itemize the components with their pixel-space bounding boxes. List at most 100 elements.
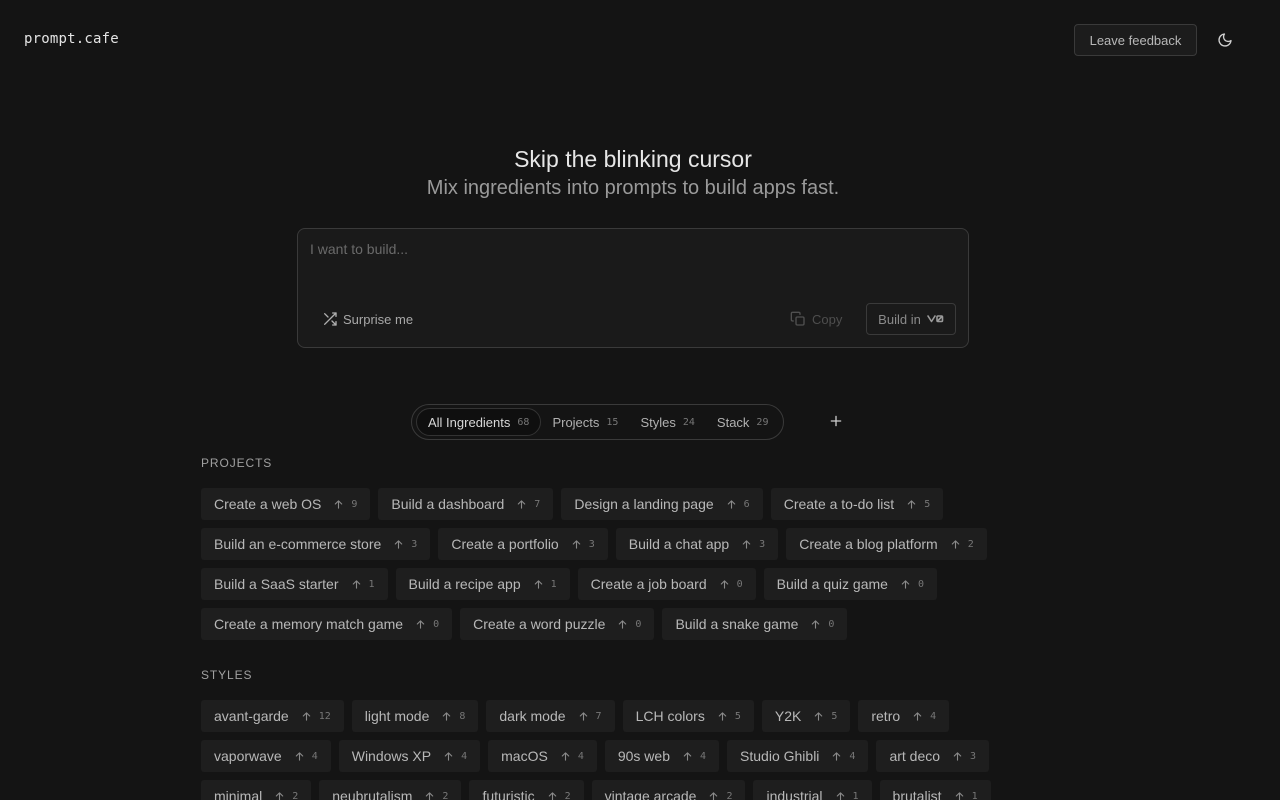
vote-count: 12 <box>318 710 331 722</box>
ingredient-chip[interactable]: retro 4 <box>858 700 950 732</box>
vote-count: 4 <box>930 710 937 722</box>
ingredient-chip[interactable]: futuristic 2 <box>469 780 584 800</box>
upvote-arrow-icon[interactable] <box>301 711 312 722</box>
ingredient-chip[interactable]: LCH colors 5 <box>622 700 754 732</box>
vote-count: 3 <box>588 538 595 550</box>
ingredient-chip[interactable]: Build an e-commerce store 3 <box>201 528 431 560</box>
ingredient-chip[interactable]: brutalist 1 <box>879 780 991 800</box>
ingredient-chip[interactable]: Build a dashboard 7 <box>378 488 554 520</box>
ingredient-chip[interactable]: Build a recipe app 1 <box>395 568 570 600</box>
ingredient-chip[interactable]: Build a SaaS starter 1 <box>201 568 388 600</box>
ingredient-chip[interactable]: Design a landing page 6 <box>561 488 763 520</box>
upvote-arrow-icon[interactable] <box>441 711 452 722</box>
upvote-arrow-icon[interactable] <box>912 711 923 722</box>
chip-label: neubrutalism <box>332 788 413 800</box>
upvote-arrow-icon[interactable] <box>952 751 963 762</box>
upvote-arrow-icon[interactable] <box>708 791 719 800</box>
section-title: PROJECTS <box>201 456 273 470</box>
ingredient-chip[interactable]: avant-garde 12 <box>201 700 344 732</box>
upvote-arrow-icon[interactable] <box>560 751 571 762</box>
ingredient-chip[interactable]: Build a quiz game 0 <box>763 568 937 600</box>
ingredient-chip[interactable]: art deco 3 <box>876 740 990 772</box>
copy-button[interactable]: Copy <box>790 309 842 329</box>
chip-label: Create a word puzzle <box>473 616 606 632</box>
leave-feedback-button[interactable]: Leave feedback <box>1074 24 1197 56</box>
tab-stack[interactable]: Stack 29 <box>706 408 780 436</box>
chip-label: vaporwave <box>214 748 282 764</box>
ingredient-chip[interactable]: Create a blog platform 2 <box>786 528 987 560</box>
ingredient-chip[interactable]: dark mode 7 <box>486 700 615 732</box>
tab-styles[interactable]: Styles 24 <box>629 408 705 436</box>
prompt-input[interactable] <box>310 241 950 291</box>
theme-toggle-button[interactable] <box>1213 28 1237 52</box>
ingredient-chip[interactable]: Build a chat app 3 <box>615 528 779 560</box>
chip-list: Create a web OS 9 Build a dashboard 7 Design… <box>201 488 1031 640</box>
tab-label: All Ingredients <box>428 414 511 430</box>
vote-count: 2 <box>726 790 733 800</box>
upvote-arrow-icon[interactable] <box>719 579 730 590</box>
surprise-me-button[interactable]: Surprise me <box>322 309 413 329</box>
upvote-arrow-icon[interactable] <box>813 711 824 722</box>
upvote-arrow-icon[interactable] <box>741 539 752 550</box>
upvote-arrow-icon[interactable] <box>415 619 426 630</box>
upvote-arrow-icon[interactable] <box>954 791 965 800</box>
ingredient-chip[interactable]: Create a web OS 9 <box>201 488 371 520</box>
upvote-arrow-icon[interactable] <box>351 579 362 590</box>
tab-count: 24 <box>682 416 695 428</box>
upvote-arrow-icon[interactable] <box>717 711 728 722</box>
upvote-arrow-icon[interactable] <box>617 619 628 630</box>
vote-count: 7 <box>595 710 602 722</box>
ingredient-chip[interactable]: Create a portfolio 3 <box>438 528 608 560</box>
ingredient-chip[interactable]: macOS 4 <box>488 740 597 772</box>
upvote-arrow-icon[interactable] <box>950 539 961 550</box>
chip-label: Build a SaaS starter <box>214 576 339 592</box>
chip-label: macOS <box>501 748 548 764</box>
upvote-arrow-icon[interactable] <box>424 791 435 800</box>
upvote-arrow-icon[interactable] <box>906 499 917 510</box>
vote-count: 3 <box>759 538 766 550</box>
build-in-button[interactable]: Build in <box>866 303 956 335</box>
ingredient-chip[interactable]: light mode 8 <box>351 700 479 732</box>
upvote-arrow-icon[interactable] <box>578 711 589 722</box>
upvote-arrow-icon[interactable] <box>831 751 842 762</box>
logo[interactable]: prompt.cafe <box>24 31 119 47</box>
ingredient-chip[interactable]: Create a memory match game 0 <box>201 608 453 640</box>
tab-all-ingredients[interactable]: All Ingredients 68 <box>416 408 542 436</box>
tab-count: 29 <box>756 416 769 428</box>
ingredient-chip[interactable]: Create a to-do list 5 <box>770 488 944 520</box>
ingredient-chip[interactable]: industrial 1 <box>753 780 872 800</box>
ingredient-chip[interactable]: 90s web 4 <box>604 740 720 772</box>
upvote-arrow-icon[interactable] <box>835 791 846 800</box>
upvote-arrow-icon[interactable] <box>726 499 737 510</box>
upvote-arrow-icon[interactable] <box>810 619 821 630</box>
ingredient-chip[interactable]: vintage arcade 2 <box>591 780 746 800</box>
upvote-arrow-icon[interactable] <box>294 751 305 762</box>
upvote-arrow-icon[interactable] <box>571 539 582 550</box>
upvote-arrow-icon[interactable] <box>274 791 285 800</box>
section-title: STYLES <box>201 668 253 682</box>
upvote-arrow-icon[interactable] <box>443 751 454 762</box>
ingredient-chip[interactable]: Y2K 5 <box>761 700 851 732</box>
vote-count: 0 <box>917 578 924 590</box>
ingredient-chip[interactable]: Create a job board 0 <box>577 568 756 600</box>
ingredient-chip[interactable]: Build a snake game 0 <box>662 608 848 640</box>
upvote-arrow-icon[interactable] <box>393 539 404 550</box>
upvote-arrow-icon[interactable] <box>682 751 693 762</box>
ingredient-chip[interactable]: vaporwave 4 <box>201 740 331 772</box>
ingredient-chip[interactable]: Studio Ghibli 4 <box>727 740 869 772</box>
upvote-arrow-icon[interactable] <box>516 499 527 510</box>
vote-count: 1 <box>971 790 978 800</box>
ingredient-chip[interactable]: Create a word puzzle 0 <box>460 608 655 640</box>
vote-count: 2 <box>967 538 974 550</box>
ingredient-chip[interactable]: minimal 2 <box>201 780 312 800</box>
ingredient-chip[interactable]: neubrutalism 2 <box>319 780 462 800</box>
upvote-arrow-icon[interactable] <box>900 579 911 590</box>
hero-subtitle: Mix ingredients into prompts to build ap… <box>426 177 840 199</box>
tab-projects[interactable]: Projects 15 <box>541 408 629 436</box>
upvote-arrow-icon[interactable] <box>533 579 544 590</box>
add-ingredient-button[interactable] <box>826 411 846 431</box>
upvote-arrow-icon[interactable] <box>547 791 558 800</box>
upvote-arrow-icon[interactable] <box>333 499 344 510</box>
ingredient-chip[interactable]: Windows XP 4 <box>338 740 481 772</box>
shuffle-icon <box>324 312 337 326</box>
